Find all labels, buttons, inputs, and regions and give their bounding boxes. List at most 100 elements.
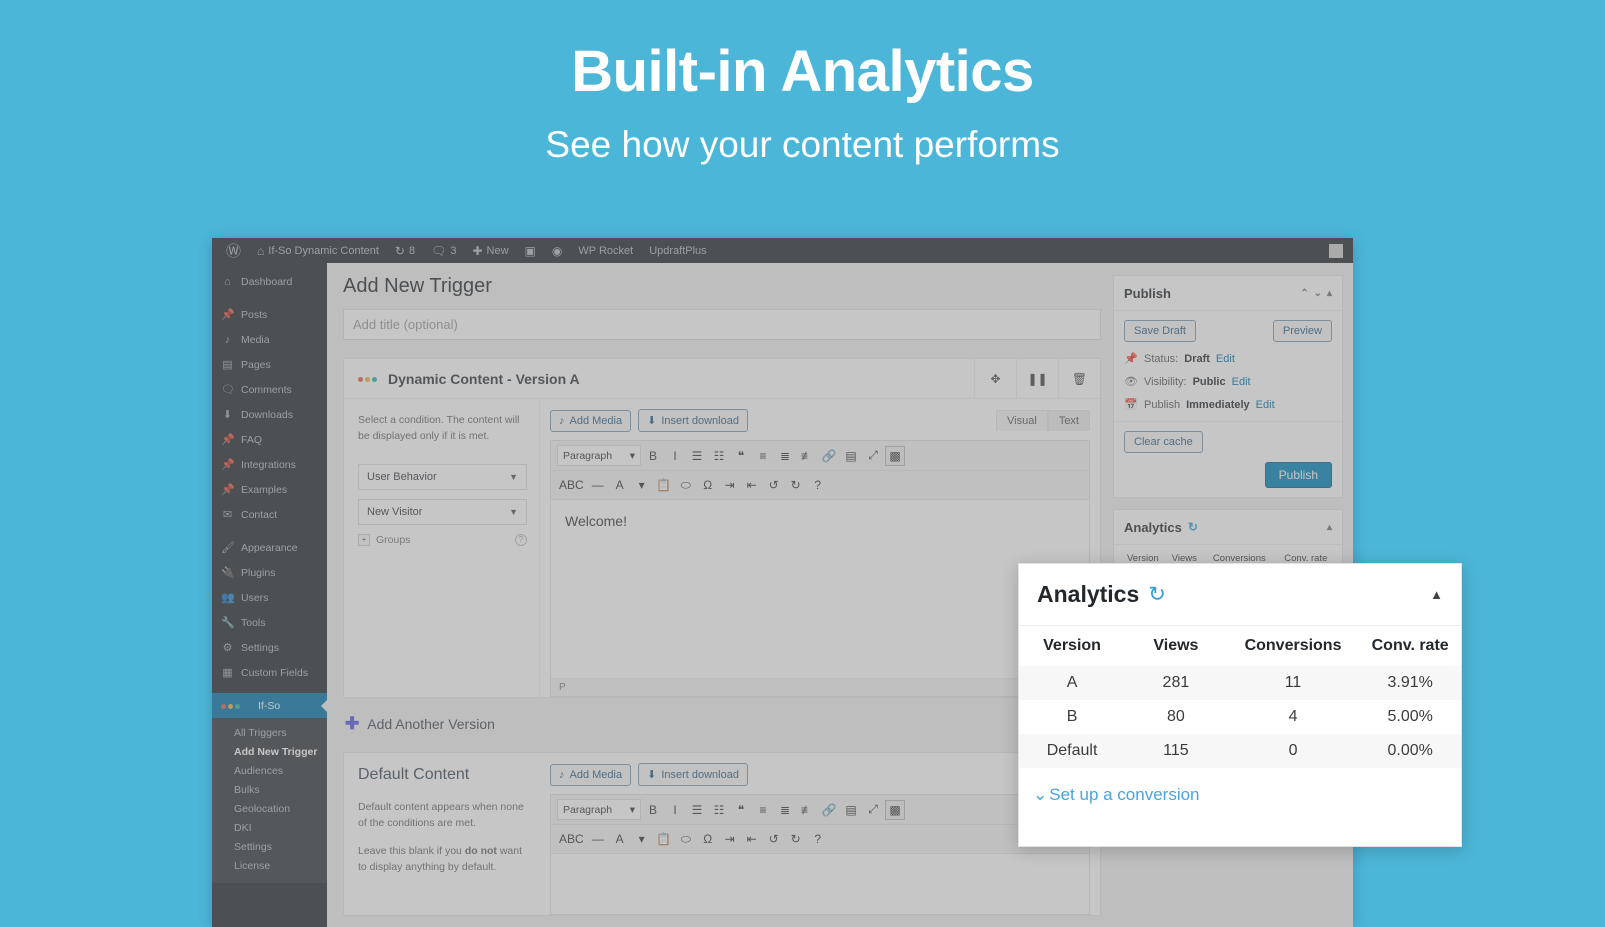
circle-menu[interactable]: ◉ <box>544 238 570 263</box>
yoast-menu[interactable]: ▣ <box>517 238 544 263</box>
text-color-icon[interactable]: A <box>610 475 630 495</box>
publish-button[interactable]: Publish <box>1264 462 1332 488</box>
sidebar-item-posts[interactable]: 📌 Posts <box>212 302 327 327</box>
clear-formatting-icon[interactable]: ⬭ <box>676 475 696 495</box>
outdent-icon[interactable]: ⇥ <box>720 829 740 849</box>
comments-menu[interactable]: 🗨 3 <box>423 238 464 263</box>
refresh-icon[interactable]: ↻ <box>1188 520 1198 534</box>
link-icon[interactable]: 🔗 <box>819 446 839 466</box>
outdent-icon[interactable]: ⇥ <box>720 475 740 495</box>
sidebar-item-custom-fields[interactable]: ▦ Custom Fields <box>212 660 327 685</box>
align-right-icon[interactable]: ≢ <box>797 446 817 466</box>
special-character-icon[interactable]: Ω <box>698 475 718 495</box>
sidebar-item-integrations[interactable]: 📌 Integrations <box>212 452 327 477</box>
submenu-item-bulks[interactable]: Bulks <box>212 780 327 799</box>
sidebar-item-contact[interactable]: ✉ Contact <box>212 502 327 527</box>
chevron-down-icon[interactable]: ▾ <box>632 829 652 849</box>
read-more-icon[interactable]: ▤ <box>841 800 861 820</box>
numbered-list-icon[interactable]: ☷ <box>709 446 729 466</box>
add-another-version-button[interactable]: ✚ Add Another Version <box>345 714 1105 734</box>
italic-icon[interactable]: I <box>665 800 685 820</box>
tab-text[interactable]: Text <box>1047 410 1090 431</box>
refresh-icon[interactable]: ↻ <box>1148 582 1166 607</box>
condition-value-select[interactable]: New Visitor ▼ <box>358 498 527 525</box>
avatar[interactable] <box>1329 243 1343 258</box>
trash-icon[interactable]: 🗑 <box>1058 358 1100 399</box>
redo-icon[interactable]: ↻ <box>786 475 806 495</box>
help-icon[interactable]: ? <box>515 533 527 546</box>
toolbar-toggle-icon[interactable]: ▩ <box>885 445 905 466</box>
redo-icon[interactable]: ↻ <box>786 829 806 849</box>
new-content-menu[interactable]: ✚ New <box>464 238 516 263</box>
caret-up-icon[interactable]: ⌃ <box>1300 288 1308 299</box>
link-icon[interactable]: 🔗 <box>819 800 839 820</box>
set-up-conversion-link[interactable]: ⌄ Set up a conversion <box>1019 768 1461 805</box>
fullscreen-icon[interactable]: ⤢ <box>863 800 883 820</box>
align-right-icon[interactable]: ≢ <box>797 800 817 820</box>
strikethrough-icon[interactable]: ABC <box>557 829 586 849</box>
status-edit-link[interactable]: Edit <box>1216 353 1235 365</box>
toolbar-toggle-icon[interactable]: ▩ <box>885 799 905 820</box>
wordpress-icon[interactable]: Ⓦ <box>218 240 249 261</box>
toggle-panel-icon[interactable]: ▴ <box>1327 288 1332 299</box>
sidebar-item-plugins[interactable]: 🔌 Plugins <box>212 560 327 585</box>
submenu-item-settings[interactable]: Settings <box>212 837 327 856</box>
undo-icon[interactable]: ↺ <box>764 829 784 849</box>
sidebar-item-faq[interactable]: 📌 FAQ <box>212 427 327 452</box>
align-left-icon[interactable]: ≡ <box>753 446 773 466</box>
visibility-edit-link[interactable]: Edit <box>1232 376 1251 388</box>
groups-row[interactable]: + Groups ? <box>358 533 527 546</box>
numbered-list-icon[interactable]: ☷ <box>709 800 729 820</box>
submenu-item-geolocation[interactable]: Geolocation <box>212 799 327 818</box>
site-name-menu[interactable]: ⌂ If-So Dynamic Content <box>249 238 387 263</box>
align-center-icon[interactable]: ≣ <box>775 446 795 466</box>
sidebar-item-comments[interactable]: 🗨 Comments <box>212 377 327 402</box>
sidebar-item-media[interactable]: ♪ Media <box>212 327 327 352</box>
bullet-list-icon[interactable]: ☰ <box>687 446 707 466</box>
sidebar-item-downloads[interactable]: ⬇ Downloads <box>212 402 327 427</box>
format-select[interactable]: Paragraph ▾ <box>557 445 641 466</box>
horizontal-rule-icon[interactable]: — <box>588 475 608 495</box>
sidebar-item-pages[interactable]: ▤ Pages <box>212 352 327 377</box>
submenu-item-dki[interactable]: DKI <box>212 818 327 837</box>
save-draft-button[interactable]: Save Draft <box>1124 320 1196 342</box>
strikethrough-icon[interactable]: ABC <box>557 475 586 495</box>
sidebar-item-examples[interactable]: 📌 Examples <box>212 477 327 502</box>
sidebar-item-appearance[interactable]: 🖌 Appearance <box>212 535 327 560</box>
sidebar-item-users[interactable]: 👥 Users <box>212 585 327 610</box>
fullscreen-icon[interactable]: ⤢ <box>863 446 883 466</box>
help-icon[interactable]: ? <box>808 829 828 849</box>
default-insert-download-button[interactable]: ⬇ Insert download <box>638 763 748 786</box>
trigger-title-input[interactable]: Add title (optional) <box>343 309 1101 340</box>
align-center-icon[interactable]: ≣ <box>775 800 795 820</box>
default-format-select[interactable]: Paragraph ▾ <box>557 799 641 820</box>
default-add-media-button[interactable]: ♪ Add Media <box>550 763 632 786</box>
special-character-icon[interactable]: Ω <box>698 829 718 849</box>
submenu-item-audiences[interactable]: Audiences <box>212 761 327 780</box>
submenu-item-license[interactable]: License <box>212 856 327 875</box>
sidebar-item-tools[interactable]: 🔧 Tools <box>212 610 327 635</box>
tab-visual[interactable]: Visual <box>996 410 1048 431</box>
move-handle-icon[interactable]: ✥ <box>974 358 1016 399</box>
caret-up-icon[interactable]: ▲ <box>1430 587 1443 602</box>
updates-menu[interactable]: ↻ 8 <box>387 238 423 263</box>
horizontal-rule-icon[interactable]: — <box>588 829 608 849</box>
wp-rocket-menu[interactable]: WP Rocket <box>570 238 641 263</box>
clear-formatting-icon[interactable]: ⬭ <box>676 829 696 849</box>
sidebar-item-dashboard[interactable]: ⌂ Dashboard <box>212 269 327 294</box>
paste-text-icon[interactable]: 📋 <box>654 829 674 849</box>
submenu-item-all-triggers[interactable]: All Triggers <box>212 723 327 742</box>
condition-type-select[interactable]: User Behavior ▼ <box>358 463 527 490</box>
sidebar-item-if-so[interactable]: If-So <box>212 693 328 718</box>
publish-date-edit-link[interactable]: Edit <box>1256 399 1275 411</box>
chevron-down-icon[interactable]: ▾ <box>632 475 652 495</box>
caret-up-icon[interactable]: ▴ <box>1327 522 1332 533</box>
bold-icon[interactable]: B <box>643 800 663 820</box>
updraftplus-menu[interactable]: UpdraftPlus <box>641 238 714 263</box>
sidebar-item-settings[interactable]: ⚙ Settings <box>212 635 327 660</box>
add-media-button[interactable]: ♪ Add Media <box>550 409 632 432</box>
submenu-item-add-new-trigger[interactable]: Add New Trigger <box>212 742 327 761</box>
text-color-icon[interactable]: A <box>610 829 630 849</box>
bullet-list-icon[interactable]: ☰ <box>687 800 707 820</box>
caret-down-icon[interactable]: ⌄ <box>1314 288 1322 299</box>
